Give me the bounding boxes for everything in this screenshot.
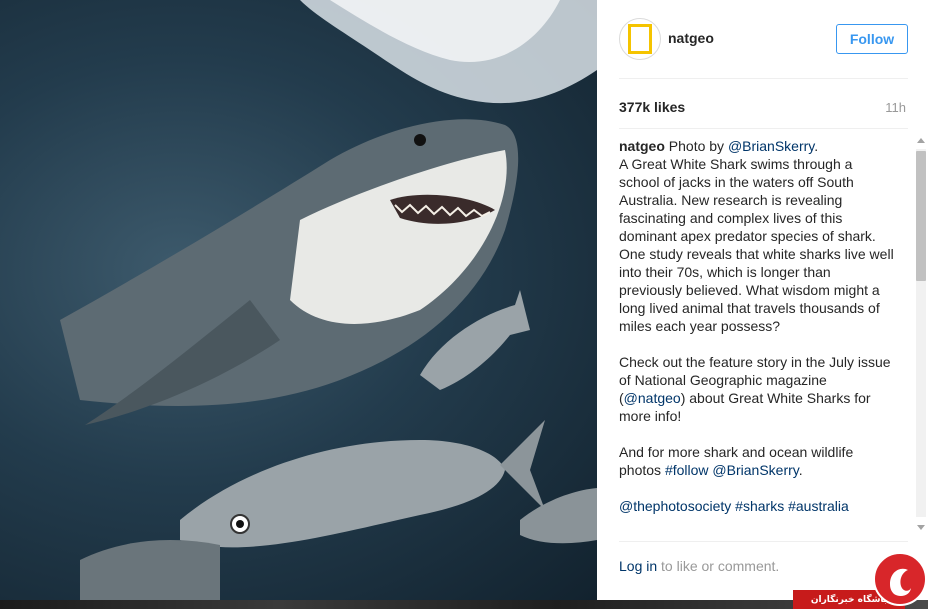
mention-link[interactable]: @natgeo xyxy=(624,390,681,406)
login-link[interactable]: Log in xyxy=(619,558,657,574)
caption-text: . xyxy=(814,138,819,154)
fish-jack-bottom xyxy=(80,540,220,600)
caption-text: . xyxy=(798,462,803,478)
hashtag-link[interactable]: #follow xyxy=(665,462,709,478)
divider xyxy=(619,128,908,129)
login-suffix: to like or comment. xyxy=(657,558,780,574)
mention-link[interactable]: @BrianSkerry xyxy=(728,138,814,154)
caption-body: A Great White Shark swims through a scho… xyxy=(619,156,894,334)
post-panel: natgeo Follow 377k likes 11h natgeo Phot… xyxy=(597,0,928,600)
scroll-down-arrow-icon[interactable] xyxy=(917,525,925,530)
watermark-logo-icon xyxy=(873,552,927,606)
watermark: باشگاه خبرنگاران xyxy=(793,552,928,609)
footer-divider xyxy=(619,541,908,542)
likes-count[interactable]: 377k likes xyxy=(619,99,685,115)
hashtag-link[interactable]: #sharks xyxy=(735,498,784,514)
natgeo-logo-icon xyxy=(628,24,652,54)
caption-paragraph-1: natgeo Photo by @BrianSkerry. A Great Whi… xyxy=(619,137,895,335)
fish-jack-large xyxy=(180,440,505,548)
mention-link[interactable]: @thephotosociety xyxy=(619,498,731,514)
login-prompt: Log in to like or comment. xyxy=(619,558,779,574)
caption-owner-link[interactable]: natgeo xyxy=(619,138,665,154)
caption-paragraph-3: And for more shark and ocean wildlife ph… xyxy=(619,443,895,479)
caption-paragraph-4: @thephotosociety #sharks #australia xyxy=(619,497,895,515)
fish-tail xyxy=(500,420,545,510)
post-header: natgeo Follow xyxy=(619,18,908,79)
post-time[interactable]: 11h xyxy=(885,100,906,115)
scrollbar-thumb[interactable] xyxy=(916,151,926,281)
hashtag-link[interactable]: #australia xyxy=(788,498,849,514)
avatar[interactable] xyxy=(619,18,661,60)
scroll-up-arrow-icon[interactable] xyxy=(917,138,925,143)
post-photo[interactable] xyxy=(0,0,597,600)
caption-paragraph-2: Check out the feature story in the July … xyxy=(619,353,895,425)
caption-text: Photo by xyxy=(664,138,728,154)
mention-link[interactable]: @BrianSkerry xyxy=(712,462,798,478)
shark-photo-illustration xyxy=(60,0,597,600)
photo-strip xyxy=(0,600,928,609)
caption: natgeo Photo by @BrianSkerry. A Great Whi… xyxy=(619,137,895,532)
follow-button[interactable]: Follow xyxy=(836,24,908,54)
caption-scrollbar[interactable] xyxy=(914,133,928,533)
shark-eye xyxy=(414,134,426,146)
username-link[interactable]: natgeo xyxy=(668,30,714,46)
